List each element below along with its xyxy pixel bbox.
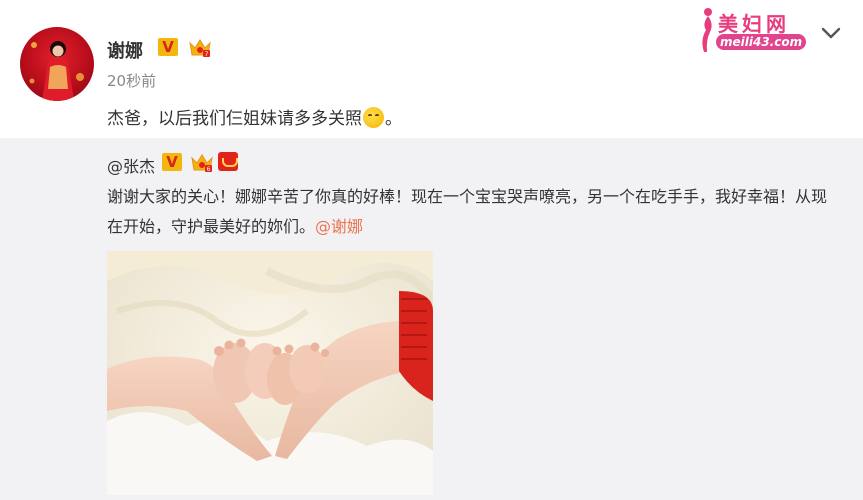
svg-text:7: 7 xyxy=(205,51,209,58)
verified-v-icon[interactable]: V xyxy=(162,153,182,171)
avatar[interactable] xyxy=(20,27,94,101)
repost-author[interactable]: @张杰 xyxy=(107,153,155,177)
repost-photo[interactable] xyxy=(107,251,433,495)
site-watermark: 美妇网 meili43.com xyxy=(698,6,810,54)
chevron-down-icon[interactable] xyxy=(820,26,842,40)
author-name[interactable]: 谢娜 xyxy=(107,37,143,63)
svg-text:6: 6 xyxy=(207,166,211,173)
post-text-end: 。 xyxy=(385,109,402,129)
baby-feet-photo xyxy=(107,251,433,495)
verified-v-icon[interactable]: V xyxy=(158,38,178,56)
weibo-post: 谢娜 V 7 20秒前 杰爸，以后我们仨姐妹请多多关照 。 美妇网 meili43… xyxy=(0,0,863,138)
hug-emoji-icon xyxy=(363,107,384,128)
watermark-url: meili43.com xyxy=(716,34,807,50)
red-envelope-icon[interactable] xyxy=(218,152,238,171)
post-text-main: 杰爸，以后我们仨姐妹请多多关照 xyxy=(107,109,362,129)
mention-link[interactable]: @谢娜 xyxy=(315,217,363,236)
watermark-title: 美妇网 xyxy=(718,12,790,36)
reposted-content[interactable]: @张杰 V 6 谢谢大家的关心！娜娜辛苦了你真的好棒！现在一个宝宝哭声嘹亮，另一… xyxy=(0,138,863,500)
post-content: 杰爸，以后我们仨姐妹请多多关照 。 xyxy=(107,104,402,129)
vip-crown-icon[interactable]: 7 xyxy=(188,36,212,58)
repost-text: 谢谢大家的关心！娜娜辛苦了你真的好棒！现在一个宝宝哭声嘹亮，另一个在吃手手，我好… xyxy=(107,182,837,242)
lady-silhouette-icon xyxy=(702,8,712,52)
vip-crown-icon[interactable]: 6 xyxy=(190,151,214,173)
post-timestamp[interactable]: 20秒前 xyxy=(107,70,156,91)
repost-body: 谢谢大家的关心！娜娜辛苦了你真的好棒！现在一个宝宝哭声嘹亮，另一个在吃手手，我好… xyxy=(107,187,828,236)
